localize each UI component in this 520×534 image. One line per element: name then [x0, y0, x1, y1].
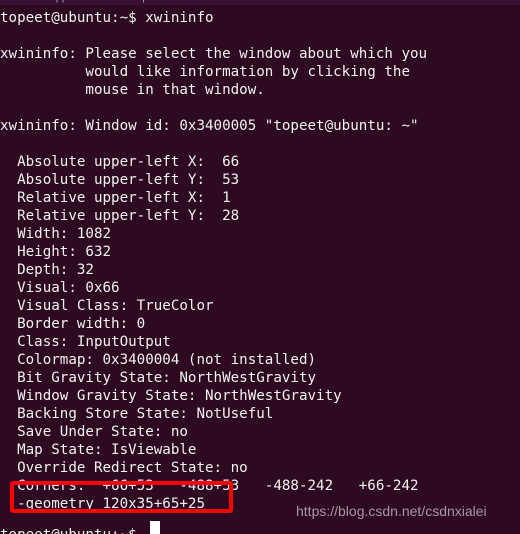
terminal-line: Window Gravity State: NorthWestGravity: [0, 388, 342, 404]
terminal-line: Override Redirect State: no: [0, 460, 248, 476]
terminal-line: Height: 632: [0, 244, 112, 260]
terminal-line: Bit Gravity State: NorthWestGravity: [0, 370, 317, 386]
terminal-line: Relative upper-left Y: 28: [0, 208, 240, 224]
menu-item-3[interactable]: ssh: [268, 0, 285, 3]
terminal-window[interactable]: topeet@ubuntu:~$ xwininfo xwininfo: Pleas…: [0, 5, 520, 534]
menu-item-1[interactable]: Desktop: [108, 0, 148, 3]
terminal-line: would like information by clicking the: [0, 64, 410, 80]
terminal-line: Class: InputOutput: [0, 334, 171, 350]
terminal-line: topeet@ubuntu:~$ xwininfo: [0, 10, 214, 26]
terminal-line: Backing Store State: NotUseful: [0, 406, 274, 422]
terminal-line: Relative upper-left X: 1: [0, 190, 231, 206]
menu-item-4[interactable]: window: [452, 0, 489, 3]
terminal-line: Border width: 0: [0, 316, 146, 332]
terminal-line: Depth: 32: [0, 262, 94, 278]
terminal-line: Corners: +66+53 -488+53 -488-242 +66-242: [0, 478, 419, 494]
terminal-line: Visual: 0x66: [0, 280, 120, 296]
terminal-line: xwininfo: Window id: 0x3400005 "topeet@u…: [0, 118, 419, 134]
terminal-line: xwininfo: Please select the window about…: [0, 46, 428, 62]
terminal-line: Visual Class: TrueColor: [0, 298, 214, 314]
terminal-line: Colormap: 0x3400004 (not installed): [0, 352, 317, 368]
terminal-line: Map State: IsViewable: [0, 442, 197, 458]
terminal-line: Absolute upper-left Y: 53: [0, 172, 240, 188]
terminal-cursor: [150, 521, 160, 534]
terminal-line: mouse in that window.: [0, 82, 265, 98]
terminal-line: Absolute upper-left X: 66: [0, 154, 240, 170]
watermark-text: https://blog.csdn.net/csdnxialei: [296, 503, 487, 519]
terminal-line: Width: 1082: [0, 226, 112, 242]
menu-item-2[interactable]: Downloads: [178, 0, 232, 3]
terminal-line: Save Under State: no: [0, 424, 188, 440]
terminal-line: topeet@ubuntu:~$: [0, 526, 520, 534]
menu-item-0[interactable]: Android App: [8, 0, 68, 3]
